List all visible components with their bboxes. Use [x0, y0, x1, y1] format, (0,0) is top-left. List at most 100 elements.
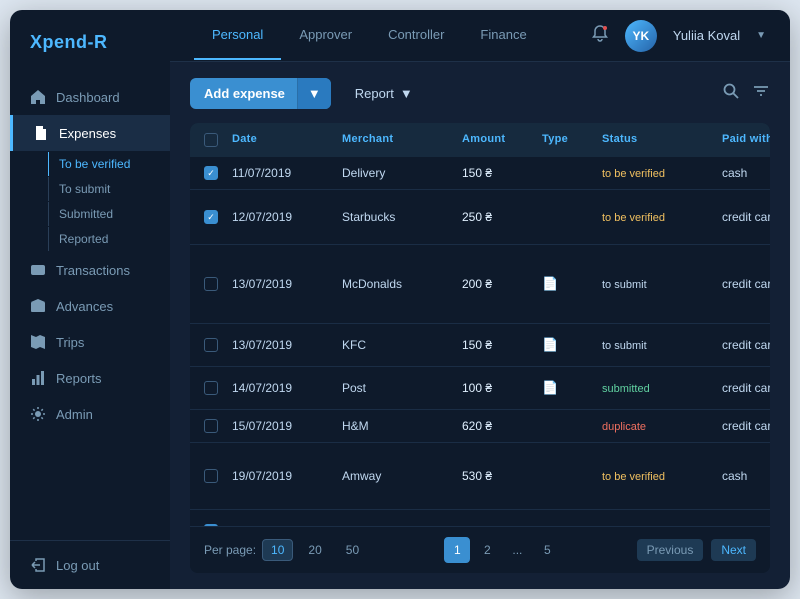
row-checkbox-cell[interactable] — [204, 277, 232, 291]
sidebar-item-trips[interactable]: Trips — [10, 324, 170, 360]
logout-button[interactable]: Log out — [30, 557, 150, 573]
table-row[interactable]: 19/07/2019 Amway 530 ₴ to be verified ca… — [190, 443, 770, 510]
row-merchant: H&M — [342, 419, 462, 433]
sidebar-label-dashboard: Dashboard — [56, 90, 120, 105]
sidebar-item-expenses[interactable]: Expenses — [10, 115, 170, 151]
toolbar-right — [722, 82, 770, 105]
row-checkbox-cell[interactable] — [204, 210, 232, 224]
row-paid-with: cash — [722, 469, 770, 483]
tab-approver[interactable]: Approver — [281, 11, 370, 60]
table-header: Date Merchant Amount Type Status Paid wi… — [190, 123, 770, 157]
sub-nav-reported[interactable]: Reported — [48, 227, 170, 251]
row-status: submitted — [602, 381, 722, 395]
row-paid-with: credit card — [722, 419, 770, 433]
row-type: 📄 — [542, 380, 602, 396]
sidebar-label-trips: Trips — [56, 335, 84, 350]
row-paid-with: credit card — [722, 277, 770, 291]
sidebar-item-dashboard[interactable]: Dashboard — [10, 79, 170, 115]
add-expense-dropdown-arrow[interactable]: ▼ — [297, 78, 331, 109]
sub-nav-to-verify[interactable]: To be verified — [48, 152, 170, 176]
file-icon — [33, 125, 49, 141]
report-button[interactable]: Report ▼ — [341, 78, 427, 109]
row-amount: 200 ₴ — [462, 277, 542, 291]
row-checkbox[interactable] — [204, 338, 218, 352]
sidebar-item-transactions[interactable]: Transactions — [10, 252, 170, 288]
user-name[interactable]: Yuliia Koval — [673, 28, 740, 43]
expenses-table: Date Merchant Amount Type Status Paid wi… — [190, 123, 770, 573]
row-merchant: McDonalds — [342, 277, 462, 291]
row-paid-with: cash — [722, 166, 770, 180]
sidebar-label-expenses: Expenses — [59, 126, 116, 141]
tab-controller[interactable]: Controller — [370, 11, 462, 60]
doc-icon: 📄 — [542, 380, 558, 395]
row-checkbox[interactable] — [204, 210, 218, 224]
row-checkbox[interactable] — [204, 166, 218, 180]
row-type: 📄 — [542, 276, 602, 292]
row-checkbox[interactable] — [204, 419, 218, 433]
user-menu-chevron-icon[interactable]: ▼ — [756, 30, 766, 41]
col-amount: Amount — [462, 133, 542, 147]
row-checkbox[interactable] — [204, 469, 218, 483]
page-btn-1[interactable]: 1 — [444, 537, 470, 563]
sub-nav-to-submit[interactable]: To submit — [48, 177, 170, 201]
table-row[interactable]: 15/07/2019 H&M 620 ₴ duplicate credit ca… — [190, 410, 770, 443]
table-body: 11/07/2019 Delivery 150 ₴ to be verified… — [190, 157, 770, 526]
add-expense-button[interactable]: Add expense ▼ — [190, 78, 331, 109]
row-date: 11/07/2019 — [232, 166, 342, 180]
top-nav-right: YK Yuliia Koval ▼ — [591, 20, 766, 52]
sidebar-item-reports[interactable]: Reports — [10, 360, 170, 396]
row-amount: 100 ₴ — [462, 381, 542, 395]
row-checkbox-cell[interactable] — [204, 381, 232, 395]
home-icon — [30, 89, 46, 105]
row-status: to submit — [602, 277, 722, 291]
row-checkbox-cell[interactable] — [204, 469, 232, 483]
page-btn-2[interactable]: 2 — [474, 537, 500, 563]
app-logo: Xpend-R — [10, 10, 170, 71]
page-btn-5[interactable]: 5 — [534, 537, 560, 563]
row-checkbox-cell[interactable] — [204, 338, 232, 352]
page-btn-...[interactable]: ... — [504, 537, 530, 563]
main-content: Personal Approver Controller Finance YK … — [170, 10, 790, 589]
table-row[interactable]: 12/07/2019 Starbucks 250 ₴ to be verifie… — [190, 190, 770, 245]
row-date: 15/07/2019 — [232, 419, 342, 433]
row-date: 13/07/2019 — [232, 277, 342, 291]
sidebar-item-advances[interactable]: Advances — [10, 288, 170, 324]
col-date: Date — [232, 133, 342, 147]
select-all-checkbox[interactable] — [204, 133, 218, 147]
table-row[interactable]: 20/07/2019 Tickets online 420 ₴ duplicat… — [190, 510, 770, 526]
per-page-10[interactable]: 10 — [262, 539, 293, 561]
table-row[interactable]: 14/07/2019 Post 100 ₴ 📄 submitted credit… — [190, 367, 770, 410]
row-paid-with: credit card — [722, 210, 770, 224]
next-button[interactable]: Next — [711, 539, 756, 561]
row-checkbox[interactable] — [204, 381, 218, 395]
page-nav: Previous Next — [637, 539, 756, 561]
toolbar: Add expense ▼ Report ▼ — [190, 78, 770, 109]
sidebar-item-admin[interactable]: Admin — [10, 396, 170, 432]
search-icon[interactable] — [722, 82, 740, 105]
filter-icon[interactable] — [752, 82, 770, 105]
logout-label: Log out — [56, 558, 99, 573]
sub-nav-submitted[interactable]: Submitted — [48, 202, 170, 226]
row-checkbox-cell[interactable] — [204, 419, 232, 433]
per-page-50[interactable]: 50 — [337, 539, 368, 561]
tab-personal[interactable]: Personal — [194, 11, 281, 60]
prev-button[interactable]: Previous — [637, 539, 704, 561]
top-nav: Personal Approver Controller Finance YK … — [170, 10, 790, 62]
row-checkbox-cell[interactable] — [204, 166, 232, 180]
col-paid-with: Paid with — [722, 133, 770, 147]
map-icon — [30, 334, 46, 350]
row-status: to submit — [602, 338, 722, 352]
row-merchant: Starbucks — [342, 210, 462, 224]
row-date: 19/07/2019 — [232, 469, 342, 483]
table-row[interactable]: 13/07/2019 McDonalds 200 ₴ 📄 to submit c… — [190, 245, 770, 324]
row-merchant: KFC — [342, 338, 462, 352]
per-page-20[interactable]: 20 — [299, 539, 330, 561]
table-row[interactable]: 11/07/2019 Delivery 150 ₴ to be verified… — [190, 157, 770, 190]
notification-bell-icon[interactable] — [591, 24, 609, 47]
tab-finance[interactable]: Finance — [462, 11, 544, 60]
table-row[interactable]: 13/07/2019 KFC 150 ₴ 📄 to submit credit … — [190, 324, 770, 367]
row-merchant: Delivery — [342, 166, 462, 180]
row-merchant: Amway — [342, 469, 462, 483]
row-paid-with: credit card — [722, 381, 770, 395]
row-checkbox[interactable] — [204, 277, 218, 291]
